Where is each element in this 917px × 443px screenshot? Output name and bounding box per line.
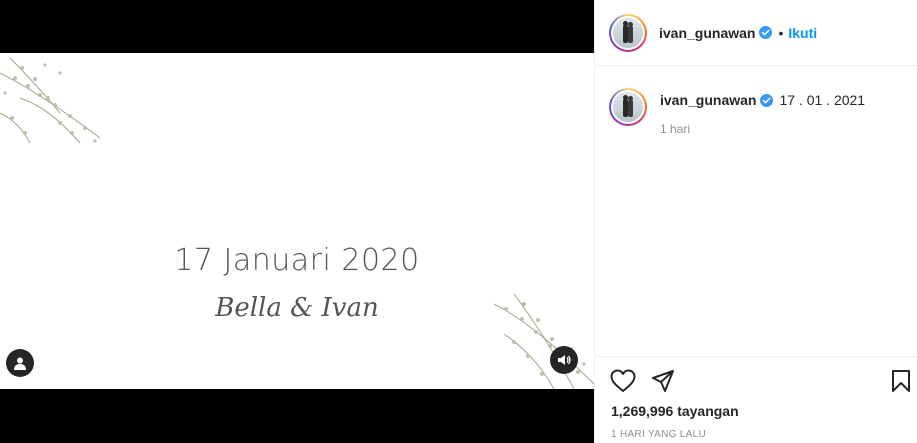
sound-icon: [558, 355, 571, 365]
views-number: 1,269,996: [611, 403, 674, 419]
video-date-text: 17 Januari 2020: [174, 243, 420, 278]
views-label: tayangan: [677, 403, 739, 419]
caption-row: ivan_gunawan 17 . 01 . 2021 1 hari: [609, 88, 865, 136]
post-sidebar: ivan_gunawan • Ikuti ivan_gunawan 17 . 0…: [594, 0, 917, 443]
follow-button[interactable]: Ikuti: [788, 25, 817, 41]
leaf-decoration-icon: [0, 57, 101, 144]
verified-icon: [760, 93, 774, 107]
caption-time[interactable]: 1 hari: [660, 122, 865, 136]
views-count[interactable]: 1,269,996 tayangan: [611, 403, 739, 419]
post-timestamp[interactable]: 1 HARI YANG LALU: [611, 429, 706, 440]
tagged-users-button[interactable]: [6, 349, 34, 377]
share-button[interactable]: [651, 369, 675, 398]
user-icon: [14, 357, 26, 370]
bookmark-icon: [892, 370, 910, 392]
heart-icon: [610, 369, 636, 392]
mute-toggle-button[interactable]: [550, 346, 578, 374]
separator-dot: •: [778, 24, 784, 41]
actions-bar: 1,269,996 tayangan 1 HARI YANG LALU: [595, 356, 917, 443]
leaf-decoration-icon: [494, 294, 594, 389]
caption-text: 17 . 01 . 2021: [779, 92, 866, 108]
avatar[interactable]: [609, 13, 647, 52]
media-panel: 17 Januari 2020 Bella & Ivan: [0, 0, 594, 443]
avatar[interactable]: [609, 88, 647, 126]
like-button[interactable]: [610, 369, 636, 398]
caption-username-link[interactable]: ivan_gunawan: [660, 92, 756, 108]
save-button[interactable]: [891, 369, 911, 398]
post-header: ivan_gunawan • Ikuti: [595, 0, 917, 66]
verified-icon: [759, 26, 773, 39]
share-icon: [652, 370, 674, 392]
video-player[interactable]: 17 Januari 2020 Bella & Ivan: [0, 53, 594, 389]
header-username-link[interactable]: ivan_gunawan: [659, 25, 755, 41]
